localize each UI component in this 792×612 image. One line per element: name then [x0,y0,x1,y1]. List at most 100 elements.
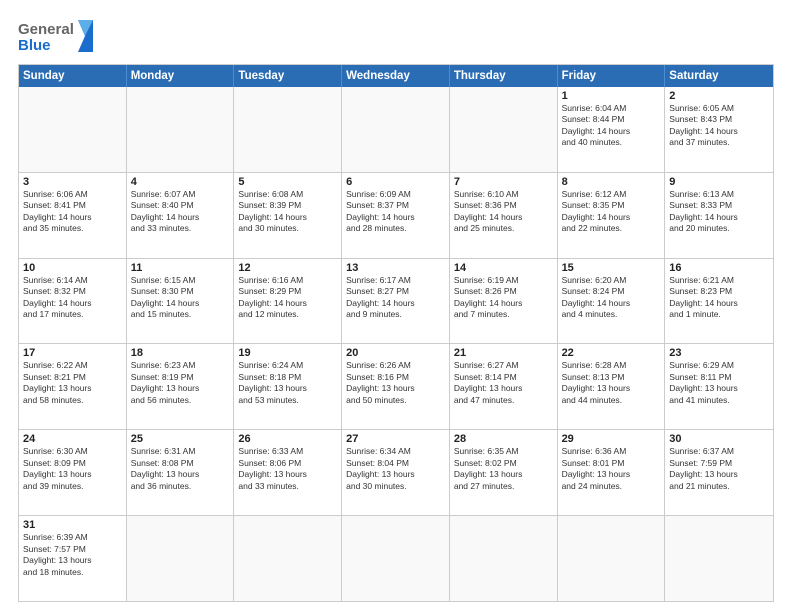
cal-cell: 6Sunrise: 6:09 AM Sunset: 8:37 PM Daylig… [342,173,450,258]
cal-cell [19,87,127,172]
day-number: 24 [23,433,122,445]
cal-cell: 19Sunrise: 6:24 AM Sunset: 8:18 PM Dayli… [234,344,342,429]
day-info: Sunrise: 6:19 AM Sunset: 8:26 PM Dayligh… [454,275,553,321]
cal-cell: 13Sunrise: 6:17 AM Sunset: 8:27 PM Dayli… [342,259,450,344]
day-info: Sunrise: 6:37 AM Sunset: 7:59 PM Dayligh… [669,446,769,492]
day-info: Sunrise: 6:10 AM Sunset: 8:36 PM Dayligh… [454,189,553,235]
cal-cell: 7Sunrise: 6:10 AM Sunset: 8:36 PM Daylig… [450,173,558,258]
day-number: 9 [669,176,769,188]
day-info: Sunrise: 6:39 AM Sunset: 7:57 PM Dayligh… [23,532,122,578]
day-number: 23 [669,347,769,359]
day-info: Sunrise: 6:30 AM Sunset: 8:09 PM Dayligh… [23,446,122,492]
day-number: 18 [131,347,230,359]
day-info: Sunrise: 6:06 AM Sunset: 8:41 PM Dayligh… [23,189,122,235]
cal-cell: 31Sunrise: 6:39 AM Sunset: 7:57 PM Dayli… [19,516,127,601]
day-info: Sunrise: 6:05 AM Sunset: 8:43 PM Dayligh… [669,103,769,149]
cal-week-0: 1Sunrise: 6:04 AM Sunset: 8:44 PM Daylig… [19,87,773,172]
cal-cell [234,87,342,172]
day-info: Sunrise: 6:20 AM Sunset: 8:24 PM Dayligh… [562,275,661,321]
day-info: Sunrise: 6:17 AM Sunset: 8:27 PM Dayligh… [346,275,445,321]
cal-cell: 15Sunrise: 6:20 AM Sunset: 8:24 PM Dayli… [558,259,666,344]
cal-header-tuesday: Tuesday [234,65,342,87]
day-info: Sunrise: 6:31 AM Sunset: 8:08 PM Dayligh… [131,446,230,492]
day-number: 5 [238,176,337,188]
cal-week-3: 17Sunrise: 6:22 AM Sunset: 8:21 PM Dayli… [19,343,773,429]
cal-cell [450,87,558,172]
day-number: 15 [562,262,661,274]
day-info: Sunrise: 6:34 AM Sunset: 8:04 PM Dayligh… [346,446,445,492]
cal-cell [450,516,558,601]
svg-text:Blue: Blue [18,37,51,54]
day-info: Sunrise: 6:26 AM Sunset: 8:16 PM Dayligh… [346,360,445,406]
day-number: 31 [23,519,122,531]
cal-header-thursday: Thursday [450,65,558,87]
cal-cell: 28Sunrise: 6:35 AM Sunset: 8:02 PM Dayli… [450,430,558,515]
cal-cell: 24Sunrise: 6:30 AM Sunset: 8:09 PM Dayli… [19,430,127,515]
cal-cell: 21Sunrise: 6:27 AM Sunset: 8:14 PM Dayli… [450,344,558,429]
day-number: 6 [346,176,445,188]
svg-text:General: General [18,21,74,38]
day-info: Sunrise: 6:24 AM Sunset: 8:18 PM Dayligh… [238,360,337,406]
day-info: Sunrise: 6:07 AM Sunset: 8:40 PM Dayligh… [131,189,230,235]
day-number: 2 [669,90,769,102]
day-info: Sunrise: 6:15 AM Sunset: 8:30 PM Dayligh… [131,275,230,321]
day-info: Sunrise: 6:28 AM Sunset: 8:13 PM Dayligh… [562,360,661,406]
cal-cell [234,516,342,601]
generalblue-logo-icon: GeneralBlue [18,18,98,54]
day-number: 29 [562,433,661,445]
day-number: 17 [23,347,122,359]
day-number: 4 [131,176,230,188]
day-info: Sunrise: 6:29 AM Sunset: 8:11 PM Dayligh… [669,360,769,406]
cal-week-5: 31Sunrise: 6:39 AM Sunset: 7:57 PM Dayli… [19,515,773,601]
day-number: 11 [131,262,230,274]
page: GeneralBlue SundayMondayTuesdayWednesday… [0,0,792,612]
day-info: Sunrise: 6:33 AM Sunset: 8:06 PM Dayligh… [238,446,337,492]
cal-cell: 26Sunrise: 6:33 AM Sunset: 8:06 PM Dayli… [234,430,342,515]
cal-week-4: 24Sunrise: 6:30 AM Sunset: 8:09 PM Dayli… [19,429,773,515]
day-number: 3 [23,176,122,188]
calendar-header-row: SundayMondayTuesdayWednesdayThursdayFrid… [19,65,773,87]
day-info: Sunrise: 6:16 AM Sunset: 8:29 PM Dayligh… [238,275,337,321]
cal-cell: 5Sunrise: 6:08 AM Sunset: 8:39 PM Daylig… [234,173,342,258]
cal-week-1: 3Sunrise: 6:06 AM Sunset: 8:41 PM Daylig… [19,172,773,258]
cal-cell: 1Sunrise: 6:04 AM Sunset: 8:44 PM Daylig… [558,87,666,172]
cal-cell: 25Sunrise: 6:31 AM Sunset: 8:08 PM Dayli… [127,430,235,515]
cal-cell: 3Sunrise: 6:06 AM Sunset: 8:41 PM Daylig… [19,173,127,258]
cal-cell: 17Sunrise: 6:22 AM Sunset: 8:21 PM Dayli… [19,344,127,429]
day-number: 21 [454,347,553,359]
cal-cell: 2Sunrise: 6:05 AM Sunset: 8:43 PM Daylig… [665,87,773,172]
day-info: Sunrise: 6:14 AM Sunset: 8:32 PM Dayligh… [23,275,122,321]
day-info: Sunrise: 6:27 AM Sunset: 8:14 PM Dayligh… [454,360,553,406]
cal-cell: 22Sunrise: 6:28 AM Sunset: 8:13 PM Dayli… [558,344,666,429]
day-info: Sunrise: 6:36 AM Sunset: 8:01 PM Dayligh… [562,446,661,492]
day-info: Sunrise: 6:12 AM Sunset: 8:35 PM Dayligh… [562,189,661,235]
cal-week-2: 10Sunrise: 6:14 AM Sunset: 8:32 PM Dayli… [19,258,773,344]
day-info: Sunrise: 6:23 AM Sunset: 8:19 PM Dayligh… [131,360,230,406]
cal-cell: 16Sunrise: 6:21 AM Sunset: 8:23 PM Dayli… [665,259,773,344]
day-number: 19 [238,347,337,359]
cal-header-friday: Friday [558,65,666,87]
day-info: Sunrise: 6:21 AM Sunset: 8:23 PM Dayligh… [669,275,769,321]
cal-cell: 20Sunrise: 6:26 AM Sunset: 8:16 PM Dayli… [342,344,450,429]
cal-cell: 14Sunrise: 6:19 AM Sunset: 8:26 PM Dayli… [450,259,558,344]
logo: GeneralBlue [18,18,98,54]
day-number: 1 [562,90,661,102]
day-info: Sunrise: 6:08 AM Sunset: 8:39 PM Dayligh… [238,189,337,235]
day-number: 20 [346,347,445,359]
day-number: 14 [454,262,553,274]
day-number: 30 [669,433,769,445]
cal-cell [342,516,450,601]
calendar: SundayMondayTuesdayWednesdayThursdayFrid… [18,64,774,602]
day-number: 7 [454,176,553,188]
day-number: 10 [23,262,122,274]
day-info: Sunrise: 6:13 AM Sunset: 8:33 PM Dayligh… [669,189,769,235]
cal-cell: 30Sunrise: 6:37 AM Sunset: 7:59 PM Dayli… [665,430,773,515]
cal-cell: 23Sunrise: 6:29 AM Sunset: 8:11 PM Dayli… [665,344,773,429]
cal-cell: 8Sunrise: 6:12 AM Sunset: 8:35 PM Daylig… [558,173,666,258]
cal-cell: 9Sunrise: 6:13 AM Sunset: 8:33 PM Daylig… [665,173,773,258]
day-number: 27 [346,433,445,445]
cal-cell [127,516,235,601]
day-info: Sunrise: 6:35 AM Sunset: 8:02 PM Dayligh… [454,446,553,492]
day-number: 28 [454,433,553,445]
cal-cell: 10Sunrise: 6:14 AM Sunset: 8:32 PM Dayli… [19,259,127,344]
